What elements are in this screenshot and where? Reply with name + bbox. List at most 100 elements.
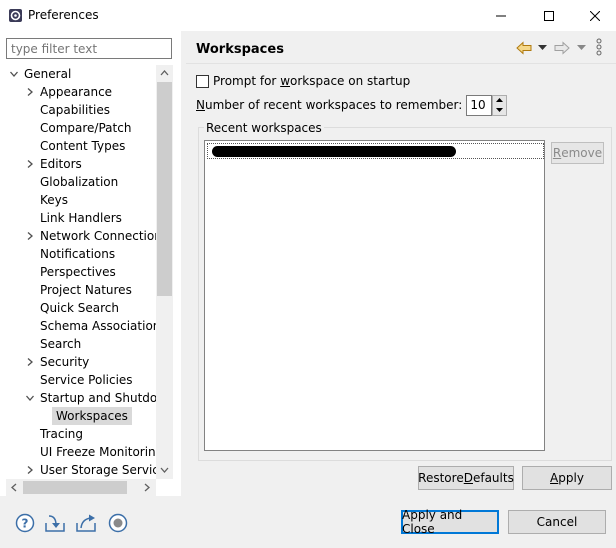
forward-menu-button[interactable]: [577, 40, 586, 56]
chevron-down-icon[interactable]: [8, 65, 20, 83]
preferences-app-icon: [8, 8, 23, 23]
maximize-button[interactable]: [526, 0, 572, 31]
sidebar-item-label: Workspaces: [52, 407, 132, 425]
back-button[interactable]: [516, 40, 532, 56]
sidebar-item-label: Appearance: [40, 85, 113, 99]
export-icon[interactable]: [75, 512, 97, 534]
sidebar-item[interactable]: Globalization: [0, 173, 156, 191]
sidebar-item[interactable]: Startup and Shutdow: [0, 389, 156, 407]
sidebar-item-label: Project Natures: [40, 283, 132, 297]
spin-down-icon: [496, 107, 504, 112]
more-vertical-icon: [596, 38, 602, 56]
sidebar-item-label: Tracing: [40, 427, 84, 441]
tree-vertical-scrollbar[interactable]: [156, 65, 173, 479]
sidebar-item-label: Content Types: [40, 139, 126, 153]
forward-button[interactable]: [554, 40, 570, 56]
chevron-down-icon[interactable]: [24, 389, 36, 407]
recent-count-spinner[interactable]: [492, 94, 508, 116]
page-title: Workspaces: [196, 42, 284, 57]
sidebar-item[interactable]: Link Handlers: [0, 209, 156, 227]
sidebar-item[interactable]: Keys: [0, 191, 156, 209]
scroll-left-icon: [11, 483, 17, 492]
dialog-footer: ? Apply and Close Cancel: [0, 496, 616, 548]
sidebar-item[interactable]: Project Natures: [0, 281, 156, 299]
sidebar-item[interactable]: Search: [0, 335, 156, 353]
sidebar-item-label: Schema Associations: [40, 319, 156, 333]
sidebar-item[interactable]: Perspectives: [0, 263, 156, 281]
sidebar-item-label: Capabilities: [40, 103, 110, 117]
tree-horizontal-scrollbar[interactable]: [6, 479, 156, 496]
sidebar-item[interactable]: Service Policies: [0, 371, 156, 389]
sidebar-item[interactable]: User Storage Service: [0, 461, 156, 479]
sidebar-item[interactable]: Editors: [0, 155, 156, 173]
sidebar-item[interactable]: General: [0, 65, 156, 83]
recent-workspaces-list[interactable]: [204, 140, 545, 451]
sidebar-item-label: Search: [40, 337, 82, 351]
chevron-right-icon[interactable]: [24, 461, 36, 479]
recent-workspaces-label: Recent workspaces: [204, 121, 324, 135]
page-header: Workspaces: [186, 31, 616, 64]
remove-button[interactable]: Remove: [551, 142, 604, 164]
sidebar-item[interactable]: Compare/Patch: [0, 119, 156, 137]
sidebar-item[interactable]: Network Connection: [0, 227, 156, 245]
chevron-right-icon[interactable]: [24, 353, 36, 371]
minimize-button[interactable]: [478, 0, 524, 31]
sidebar-item-label: Service Policies: [40, 373, 133, 387]
sidebar-item[interactable]: Workspaces: [0, 407, 156, 425]
chevron-right-icon[interactable]: [24, 83, 36, 101]
view-menu-button[interactable]: [596, 38, 602, 56]
scroll-down-icon: [160, 467, 169, 473]
prompt-workspace-label: Prompt for workspace on startup: [213, 74, 411, 88]
close-button[interactable]: [572, 0, 616, 31]
record-icon[interactable]: [107, 512, 129, 534]
preference-navigation-pane: General Appearance Capabilities Compare/Pat…: [0, 31, 181, 496]
sidebar-item[interactable]: UI Freeze Monitoring: [0, 443, 156, 461]
prompt-workspace-checkbox[interactable]: [196, 74, 209, 88]
help-icon[interactable]: ?: [14, 512, 36, 534]
sidebar-item[interactable]: Capabilities: [0, 101, 156, 119]
forward-arrow-icon: [554, 41, 570, 55]
apply-and-close-button[interactable]: Apply and Close: [401, 508, 499, 536]
sidebar-item[interactable]: Security: [0, 353, 156, 371]
sidebar-item[interactable]: Tracing: [0, 425, 156, 443]
preference-page: Workspaces Prompt for workspace on start…: [186, 31, 616, 496]
chevron-down-icon: [538, 45, 547, 50]
redacted-path: [212, 146, 456, 157]
apply-button[interactable]: Apply: [522, 466, 612, 490]
spin-up-button[interactable]: [493, 96, 506, 106]
scroll-right-icon: [144, 483, 150, 492]
sidebar-item-label: Compare/Patch: [40, 121, 132, 135]
chevron-right-icon[interactable]: [24, 155, 36, 173]
scroll-up-icon: [160, 70, 169, 76]
sidebar-item-label: Notifications: [40, 247, 116, 261]
sidebar-item[interactable]: Appearance: [0, 83, 156, 101]
sidebar-item-label: Perspectives: [40, 265, 116, 279]
chevron-right-icon[interactable]: [24, 227, 36, 245]
recent-count-label: Number of recent workspaces to remember:: [196, 98, 463, 112]
title-bar: Preferences: [0, 0, 616, 31]
spin-up-icon: [496, 98, 504, 103]
window-title: Preferences: [28, 8, 99, 22]
sidebar-item-label: Quick Search: [40, 301, 119, 315]
recent-count-input[interactable]: 10: [466, 94, 493, 116]
sidebar-item[interactable]: Notifications: [0, 245, 156, 263]
cancel-button[interactable]: Cancel: [508, 510, 606, 534]
sidebar-item-label: Link Handlers: [40, 211, 122, 225]
restore-defaults-button[interactable]: Restore Defaults: [418, 466, 514, 490]
back-menu-button[interactable]: [538, 40, 547, 56]
preference-tree: General Appearance Capabilities Compare/Pat…: [0, 65, 156, 479]
back-arrow-icon: [516, 41, 532, 55]
tree-horizontal-scroll-thumb[interactable]: [23, 481, 127, 494]
svg-text:?: ?: [22, 517, 29, 531]
prompt-workspace-checkbox-row[interactable]: Prompt for workspace on startup: [196, 72, 410, 90]
filter-input[interactable]: [6, 38, 172, 59]
tree-vertical-scroll-thumb[interactable]: [157, 82, 172, 296]
list-item[interactable]: [207, 143, 544, 159]
chevron-down-icon: [577, 45, 586, 50]
import-icon[interactable]: [44, 512, 66, 534]
sidebar-item[interactable]: Quick Search: [0, 299, 156, 317]
sidebar-item[interactable]: Content Types: [0, 137, 156, 155]
spin-down-button[interactable]: [493, 105, 506, 115]
sidebar-item[interactable]: Schema Associations: [0, 317, 156, 335]
sidebar-item-label: Network Connection: [40, 229, 156, 243]
